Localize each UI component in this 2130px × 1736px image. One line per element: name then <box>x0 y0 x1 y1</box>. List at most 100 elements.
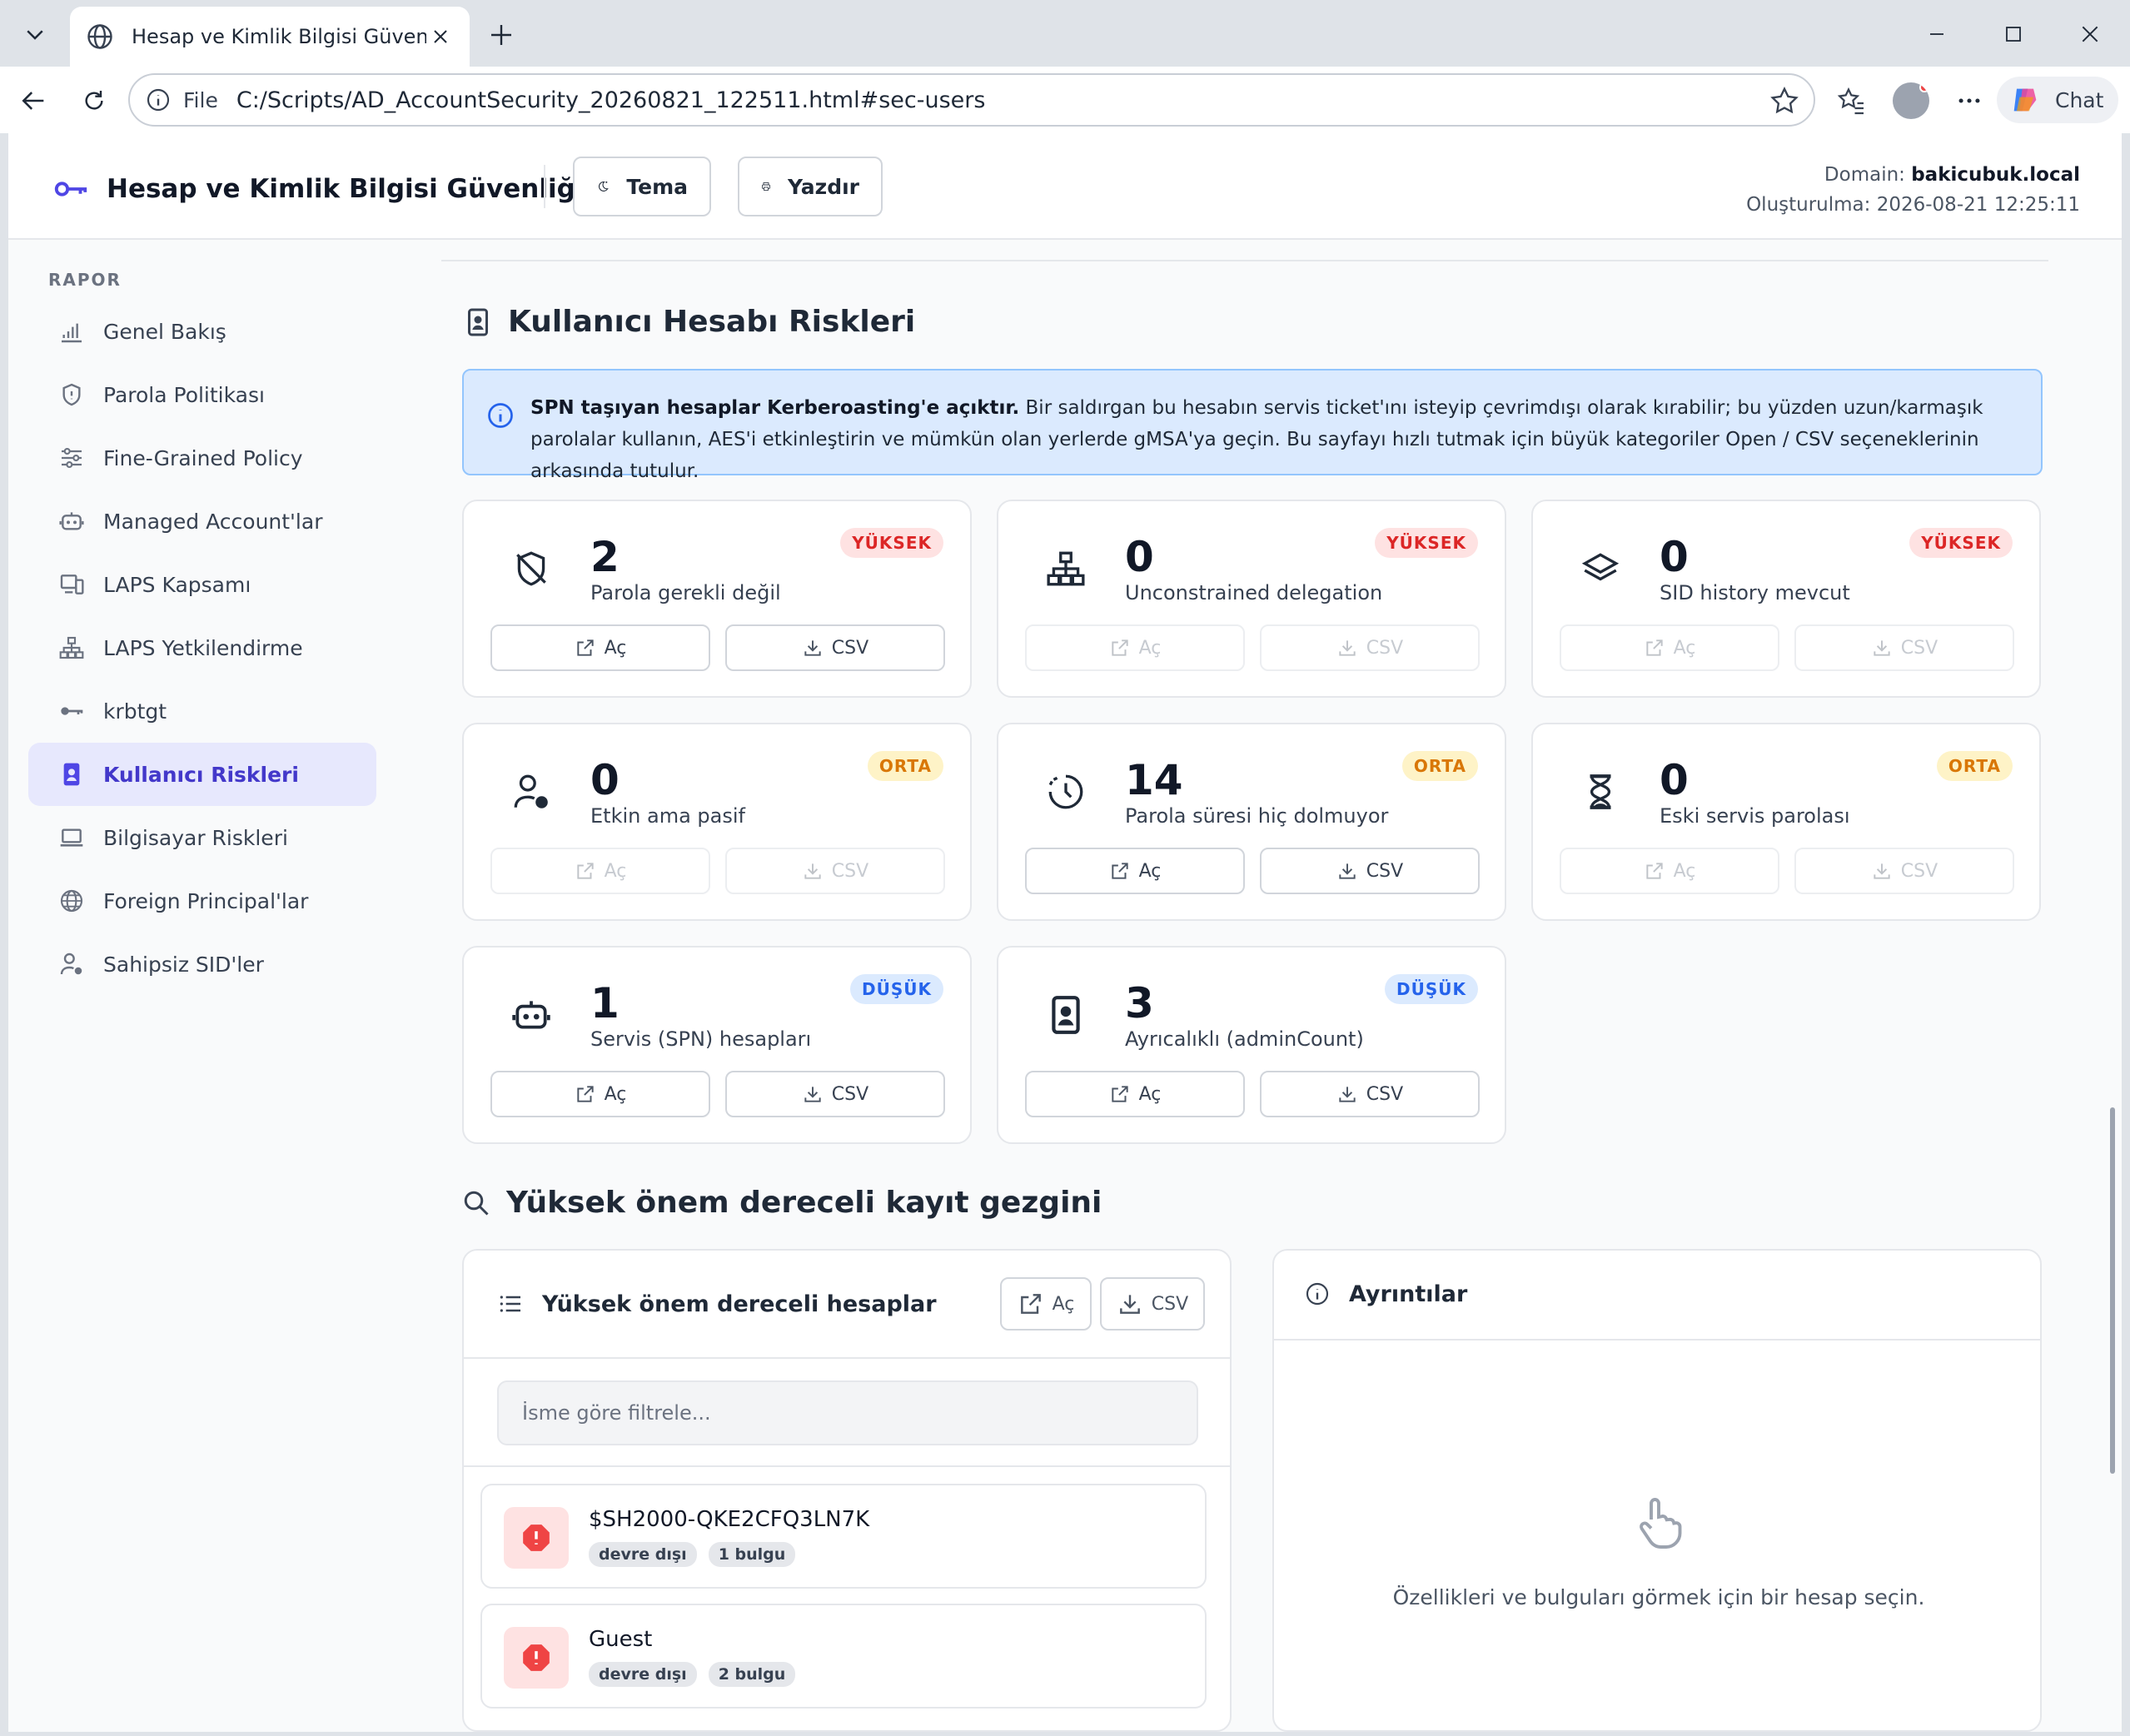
details-empty-text: Özellikleri ve bulguları görmek için bir… <box>1392 1585 1925 1609</box>
csv-button: CSV <box>1794 624 2014 671</box>
sidebar-item-laps-yetkilendirme[interactable]: LAPS Yetkilendirme <box>28 616 376 679</box>
sidebar-item-label: LAPS Kapsamı <box>103 572 251 597</box>
address-url[interactable]: C:/Scripts/AD_AccountSecurity_20260821_1… <box>236 87 986 113</box>
account-row[interactable]: Guest devre dışı 2 bulgu <box>480 1604 1207 1709</box>
favorites-button[interactable] <box>1829 78 1874 123</box>
account-tags: devre dışı 2 bulgu <box>589 1662 807 1687</box>
browser-toolbar: File C:/Scripts/AD_AccountSecurity_20260… <box>0 67 2130 133</box>
key-icon <box>61 707 83 715</box>
open-button[interactable]: Aç <box>490 624 710 671</box>
browser-tab[interactable]: Hesap ve Kimlik Bilgisi Güvenliği – <box>70 7 470 67</box>
favorites-list-icon <box>1837 87 1864 115</box>
favorite-star-icon[interactable] <box>1769 85 1800 117</box>
globe-icon <box>87 24 112 49</box>
details-header: Ayrıntılar <box>1304 1281 1467 1307</box>
account-name: $SH2000-QKE2CFQ3LN7K <box>589 1507 870 1532</box>
csv-button[interactable]: CSV <box>1260 848 1480 894</box>
key-icon <box>54 182 87 196</box>
maximize-icon <box>2006 27 2021 42</box>
report-page: Hesap ve Kimlik Bilgisi Güvenliği Tema Y… <box>8 133 2122 1732</box>
reload-button[interactable] <box>72 78 117 123</box>
open-button[interactable]: Aç <box>490 1071 710 1117</box>
sidebar-item-genel-bakis[interactable]: Genel Bakış <box>28 300 376 363</box>
sidebar-item-laps-kapsami[interactable]: LAPS Kapsamı <box>28 553 376 616</box>
card-value: 0 <box>1660 533 1689 581</box>
alert-bold: SPN taşıyan hesaplar Kerberoasting'e açı… <box>530 397 1020 419</box>
risk-card-privileged-admincount: 3 Ayrıcalıklı (adminCount) DÜŞÜK Aç CSV <box>997 946 1506 1144</box>
explorer-title: Yüksek önem dereceli kayıt gezgini <box>461 1186 1102 1220</box>
open-button[interactable]: Aç <box>1025 1071 1245 1117</box>
external-link-icon <box>1111 639 1128 656</box>
shield-icon <box>62 383 81 406</box>
page-scrollbar[interactable] <box>2110 283 2117 1732</box>
sidebar-item-fine-grained-policy[interactable]: Fine-Grained Policy <box>28 426 376 490</box>
csv-label: CSV <box>1366 860 1404 882</box>
open-button: Aç <box>490 848 710 894</box>
account-tags: devre dışı 1 bulgu <box>589 1542 807 1567</box>
network-icon <box>1047 551 1085 586</box>
copilot-chat-button[interactable]: Chat <box>1997 77 2118 123</box>
csv-button[interactable]: CSV <box>725 624 945 671</box>
csv-button[interactable]: CSV <box>725 1071 945 1117</box>
external-link-icon <box>1020 1294 1041 1314</box>
laptop-icon <box>60 828 83 847</box>
info-icon <box>1306 1282 1329 1306</box>
profile-button[interactable] <box>1889 78 1933 123</box>
name-filter-input[interactable] <box>497 1380 1198 1445</box>
risk-card-password-not-required: 2 Parola gerekli değil YÜKSEK Aç CSV <box>462 500 972 698</box>
severity-badge: DÜŞÜK <box>850 974 943 1004</box>
card-value: 3 <box>1125 979 1154 1027</box>
back-button[interactable] <box>12 78 57 123</box>
account-row[interactable]: $SH2000-QKE2CFQ3LN7K devre dışı 1 bulgu <box>480 1484 1207 1589</box>
minimize-button[interactable] <box>1912 12 1962 57</box>
csv-label: CSV <box>831 637 869 659</box>
domain-label: Domain: <box>1824 164 1905 186</box>
csv-button[interactable]: CSV <box>1260 1071 1480 1117</box>
csv-button: CSV <box>725 848 945 894</box>
sidebar-item-krbtgt[interactable]: krbtgt <box>28 679 376 743</box>
sidebar-item-parola-politikasi[interactable]: Parola Politikası <box>28 363 376 426</box>
bar-chart-icon <box>62 323 82 343</box>
list-open-button[interactable]: Aç <box>1000 1277 1092 1331</box>
theme-button[interactable]: Tema <box>573 157 711 216</box>
scrollbar-thumb[interactable] <box>2110 1107 2115 1474</box>
person-gear-icon <box>60 953 82 975</box>
globe-icon <box>60 889 83 913</box>
close-window-button[interactable] <box>2065 12 2115 57</box>
panel-divider <box>1274 1339 2040 1341</box>
card-value: 2 <box>590 533 620 581</box>
severity-badge: ORTA <box>867 751 943 781</box>
sidebar-item-sahipsiz-sidler[interactable]: Sahipsiz SID'ler <box>28 933 376 996</box>
list-icon <box>500 1296 520 1312</box>
csv-label: CSV <box>831 1083 869 1105</box>
risk-card-enabled-but-inactive: 0 Etkin ama pasif ORTA Aç CSV <box>462 723 972 921</box>
moon-stars-icon <box>598 181 609 192</box>
download-icon <box>804 640 821 656</box>
sidebar-item-kullanici-riskleri[interactable]: Kullanıcı Riskleri <box>28 743 376 806</box>
sidebar-item-managed-accounts[interactable]: Managed Account'lar <box>28 490 376 553</box>
open-label: Aç <box>1138 637 1162 659</box>
sidebar-item-label: Managed Account'lar <box>103 509 323 534</box>
tab-list-button[interactable] <box>8 8 62 60</box>
open-label: Aç <box>604 860 627 882</box>
more-dots-icon <box>1958 98 1980 103</box>
sidebar-item-foreign-principals[interactable]: Foreign Principal'lar <box>28 869 376 933</box>
open-label: Aç <box>1673 637 1696 659</box>
tab-close-button[interactable] <box>426 22 455 51</box>
csv-button: CSV <box>1794 848 2014 894</box>
id-badge-icon <box>63 763 80 786</box>
print-button[interactable]: Yazdır <box>738 157 883 216</box>
more-menu-button[interactable] <box>1947 78 1992 123</box>
download-icon <box>804 1087 821 1102</box>
card-value: 0 <box>1660 756 1689 804</box>
new-tab-button[interactable] <box>481 15 521 55</box>
sidebar-item-bilgisayar-riskleri[interactable]: Bilgisayar Riskleri <box>28 806 376 869</box>
address-bar[interactable]: File C:/Scripts/AD_AccountSecurity_20260… <box>128 73 1815 127</box>
open-label: Aç <box>1052 1293 1075 1315</box>
external-link-icon <box>576 863 594 879</box>
card-value: 14 <box>1125 756 1183 804</box>
layers-icon <box>1581 553 1620 581</box>
open-button[interactable]: Aç <box>1025 848 1245 894</box>
list-csv-button[interactable]: CSV <box>1100 1277 1205 1331</box>
maximize-button[interactable] <box>1988 12 2038 57</box>
